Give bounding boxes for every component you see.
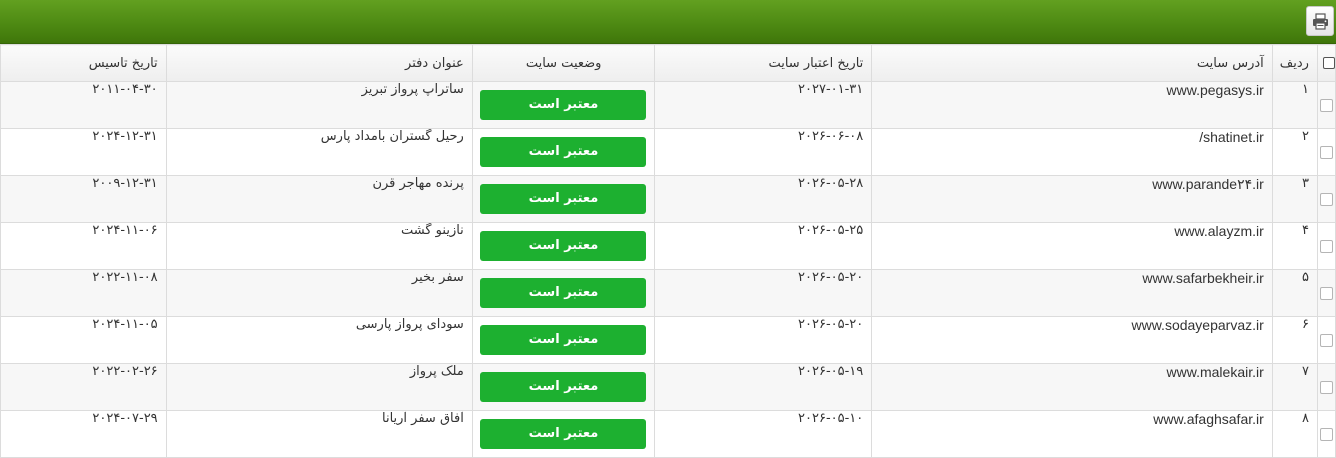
status-cell: معتبر است — [471, 269, 656, 317]
site-address: www.pegasys.ir — [871, 81, 1273, 129]
row-select-cell — [1316, 222, 1336, 270]
office-title: آفاق سفر آریانا — [165, 410, 473, 458]
row-select-cell — [1316, 175, 1336, 223]
row-number: ۴ — [1271, 222, 1318, 270]
office-title: پرنده مهاجر قرن — [165, 175, 473, 223]
office-title: سودای پرواز پارسی — [165, 316, 473, 364]
row-checkbox[interactable] — [1319, 428, 1333, 441]
print-button[interactable] — [1306, 6, 1334, 36]
row-checkbox[interactable] — [1319, 381, 1333, 394]
status-badge[interactable]: معتبر است — [480, 90, 647, 120]
table-row[interactable]: ۵ www.safarbekheir.ir ۲۰۲۶-۰۵-۲۰ معتبر ا… — [0, 269, 1336, 317]
top-toolbar — [0, 0, 1336, 44]
table-row[interactable]: ۲ /shatinet.ir ۲۰۲۶-۰۶-۰۸ معتبر است رحیل… — [0, 128, 1336, 176]
status-cell: معتبر است — [471, 363, 656, 411]
row-checkbox[interactable] — [1319, 146, 1333, 159]
established-date: ۲۰۲۴-۰۷-۲۹ — [0, 410, 167, 458]
row-number: ۸ — [1271, 410, 1318, 458]
established-date: ۲۰۲۴-۱۱-۰۵ — [0, 316, 167, 364]
row-select-cell — [1316, 316, 1336, 364]
row-number: ۳ — [1271, 175, 1318, 223]
site-address: www.safarbekheir.ir — [871, 269, 1273, 317]
office-title: ملک پرواز — [165, 363, 473, 411]
valid-until-date: ۲۰۲۶-۰۵-۲۸ — [654, 175, 873, 223]
table-row[interactable]: ۷ www.malekair.ir ۲۰۲۶-۰۵-۱۹ معتبر است م… — [0, 363, 1336, 411]
row-checkbox[interactable] — [1319, 193, 1333, 206]
valid-until-date: ۲۰۲۶-۰۶-۰۸ — [654, 128, 873, 176]
row-checkbox[interactable] — [1319, 240, 1333, 253]
site-address: www.malekair.ir — [871, 363, 1273, 411]
established-date: ۲۰۲۲-۱۱-۰۸ — [0, 269, 167, 317]
header-site-status[interactable]: وضعیت سایت — [471, 44, 656, 82]
table-header-row: ردیف آدرس سایت تاریخ اعتبار سایت وضعیت س… — [0, 44, 1336, 82]
row-checkbox[interactable] — [1319, 287, 1333, 300]
office-title: سفر بخیر — [165, 269, 473, 317]
row-number: ۲ — [1271, 128, 1318, 176]
valid-until-date: ۲۰۲۶-۰۵-۲۰ — [654, 269, 873, 317]
status-badge[interactable]: معتبر است — [480, 231, 647, 261]
row-select-cell — [1316, 363, 1336, 411]
header-valid-until[interactable]: تاریخ اعتبار سایت — [654, 44, 873, 82]
status-badge[interactable]: معتبر است — [480, 325, 647, 355]
row-select-cell — [1316, 81, 1336, 129]
row-checkbox[interactable] — [1319, 99, 1333, 112]
table-row[interactable]: ۸ www.afaghsafar.ir ۲۰۲۶-۰۵-۱۰ معتبر است… — [0, 410, 1336, 458]
site-address: www.sodayeparvaz.ir — [871, 316, 1273, 364]
row-select-cell — [1316, 269, 1336, 317]
header-site-address[interactable]: آدرس سایت — [871, 44, 1273, 82]
table-row[interactable]: ۳ www.parande۲۴.ir ۲۰۲۶-۰۵-۲۸ معتبر است … — [0, 175, 1336, 223]
status-cell: معتبر است — [471, 222, 656, 270]
valid-until-date: ۲۰۲۶-۰۵-۲۵ — [654, 222, 873, 270]
site-address: www.parande۲۴.ir — [871, 175, 1273, 223]
status-cell: معتبر است — [471, 316, 656, 364]
status-cell: معتبر است — [471, 81, 656, 129]
status-cell: معتبر است — [471, 128, 656, 176]
table-row[interactable]: ۴ www.alayzm.ir ۲۰۲۶-۰۵-۲۵ معتبر است ناز… — [0, 222, 1336, 270]
status-cell: معتبر است — [471, 175, 656, 223]
valid-until-date: ۲۰۲۶-۰۵-۲۰ — [654, 316, 873, 364]
valid-until-date: ۲۰۲۷-۰۱-۳۱ — [654, 81, 873, 129]
header-established-date[interactable]: تاریخ تاسیس — [0, 44, 167, 82]
status-badge[interactable]: معتبر است — [480, 419, 647, 449]
header-row-number[interactable]: ردیف — [1271, 44, 1318, 82]
established-date: ۲۰۲۲-۰۲-۲۶ — [0, 363, 167, 411]
status-badge[interactable]: معتبر است — [480, 278, 647, 308]
office-title: ساتراپ پرواز تبریز — [165, 81, 473, 129]
site-address: /shatinet.ir — [871, 128, 1273, 176]
select-all-checkbox[interactable] — [1323, 57, 1335, 69]
table-row[interactable]: ۶ www.sodayeparvaz.ir ۲۰۲۶-۰۵-۲۰ معتبر ا… — [0, 316, 1336, 364]
row-checkbox[interactable] — [1319, 334, 1333, 347]
site-address: www.afaghsafar.ir — [871, 410, 1273, 458]
table-row[interactable]: ۱ www.pegasys.ir ۲۰۲۷-۰۱-۳۱ معتبر است سا… — [0, 81, 1336, 129]
valid-until-date: ۲۰۲۶-۰۵-۱۰ — [654, 410, 873, 458]
status-cell: معتبر است — [471, 410, 656, 458]
valid-until-date: ۲۰۲۶-۰۵-۱۹ — [654, 363, 873, 411]
established-date: ۲۰۲۴-۱۲-۳۱ — [0, 128, 167, 176]
status-badge[interactable]: معتبر است — [480, 184, 647, 214]
status-badge[interactable]: معتبر است — [480, 372, 647, 402]
select-all-cell — [1316, 44, 1336, 82]
row-number: ۵ — [1271, 269, 1318, 317]
sites-table: ردیف آدرس سایت تاریخ اعتبار سایت وضعیت س… — [0, 44, 1336, 458]
printer-icon — [1313, 13, 1328, 30]
status-badge[interactable]: معتبر است — [480, 137, 647, 167]
site-address: www.alayzm.ir — [871, 222, 1273, 270]
row-number: ۶ — [1271, 316, 1318, 364]
office-title: نازینو گشت — [165, 222, 473, 270]
row-select-cell — [1316, 410, 1336, 458]
established-date: ۲۰۰۹-۱۲-۳۱ — [0, 175, 167, 223]
established-date: ۲۰۲۴-۱۱-۰۶ — [0, 222, 167, 270]
row-select-cell — [1316, 128, 1336, 176]
header-office-title[interactable]: عنوان دفتر — [165, 44, 473, 82]
office-title: رحیل گستران بامداد پارس — [165, 128, 473, 176]
established-date: ۲۰۱۱-۰۴-۳۰ — [0, 81, 167, 129]
row-number: ۷ — [1271, 363, 1318, 411]
row-number: ۱ — [1271, 81, 1318, 129]
